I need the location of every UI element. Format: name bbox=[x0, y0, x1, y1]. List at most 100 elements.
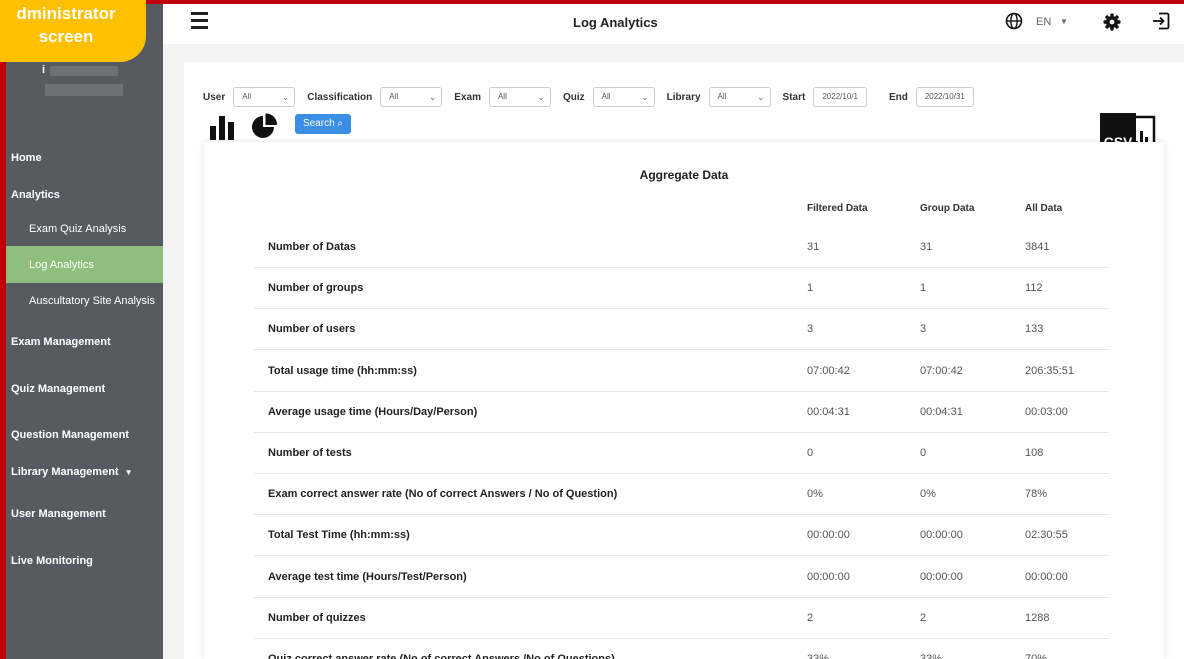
exam-filter-value: All bbox=[497, 92, 507, 101]
sidebar-item-question-management[interactable]: Question Management bbox=[11, 429, 129, 441]
user-detail-redacted bbox=[45, 84, 123, 96]
row-value: 112 bbox=[1025, 282, 1043, 295]
row-value: 00:03:00 bbox=[1025, 405, 1068, 418]
caret-down-icon: ▼ bbox=[124, 467, 133, 477]
sidebar-item-user-management[interactable]: User Management bbox=[11, 508, 106, 520]
library-filter-label: Library bbox=[666, 91, 701, 103]
row-label: Number of groups bbox=[268, 282, 364, 295]
user-filter-value: All bbox=[242, 92, 252, 101]
row-value: 0 bbox=[920, 447, 927, 459]
badge-line-2: screen bbox=[38, 27, 94, 46]
row-value: 31 bbox=[807, 241, 820, 253]
table-row: Number of users 3 3 133 bbox=[254, 309, 1109, 351]
table-row: Average usage time (Hours/Day/Person) 00:… bbox=[254, 392, 1109, 433]
row-value: 0% bbox=[807, 488, 823, 501]
row-value: 133 bbox=[1025, 323, 1044, 336]
search-button-label: Search bbox=[302, 118, 335, 129]
row-value: 07:00:42 bbox=[920, 364, 963, 377]
search-button[interactable]: Search ⌕ bbox=[295, 114, 351, 134]
table-row: Total Test Time (hh:mm:ss) 00:00:00 00:00:… bbox=[254, 515, 1109, 557]
row-label: Exam correct answer rate (No of correct … bbox=[268, 488, 618, 501]
row-value: 0 bbox=[807, 447, 814, 459]
user-filter-select[interactable]: All ⌄ bbox=[233, 87, 296, 107]
row-value: 3 bbox=[920, 323, 927, 336]
search-icon: ⌕ bbox=[337, 118, 344, 129]
chevron-down-icon: ⌄ bbox=[428, 92, 437, 102]
end-date-input[interactable]: 2022/10/31 bbox=[915, 87, 974, 107]
panel-title: Aggregate Data bbox=[639, 168, 729, 182]
column-header-group: Group Data bbox=[920, 203, 975, 214]
chevron-down-icon: ⌄ bbox=[757, 92, 765, 102]
quiz-filter-label: Quiz bbox=[562, 91, 585, 103]
row-value: 78% bbox=[1025, 488, 1048, 501]
sidebar-item-exam-management[interactable]: Exam Management bbox=[11, 336, 111, 348]
red-frame-left bbox=[0, 0, 6, 659]
page-title: Log Analytics bbox=[573, 15, 658, 30]
classification-filter-label: Classification bbox=[307, 91, 373, 103]
row-value: 1288 bbox=[1025, 611, 1050, 624]
sidebar-item-label: Library Management bbox=[11, 466, 119, 478]
row-label: Average usage time (Hours/Day/Person) bbox=[268, 405, 478, 418]
hamburger-menu-icon[interactable] bbox=[191, 12, 208, 29]
sidebar-item-home[interactable]: Home bbox=[11, 152, 42, 164]
row-value: 1 bbox=[807, 282, 814, 295]
badge-line-1: dministrator bbox=[16, 4, 116, 23]
row-value: 33% bbox=[920, 653, 943, 659]
administrator-screen-badge: dministrator screen bbox=[0, 0, 146, 62]
quiz-filter-select[interactable]: All ⌄ bbox=[592, 87, 655, 107]
bar-chart-icon[interactable] bbox=[210, 112, 240, 140]
classification-filter-value: All bbox=[389, 92, 399, 101]
globe-icon[interactable] bbox=[1005, 12, 1023, 30]
gear-icon[interactable] bbox=[1103, 13, 1121, 31]
column-header-all: All Data bbox=[1025, 203, 1063, 214]
table-row: Number of groups 1 1 112 bbox=[254, 268, 1109, 310]
library-filter-value: All bbox=[717, 92, 727, 101]
table-row: Number of quizzes 2 2 1288 bbox=[254, 598, 1109, 639]
aggregate-data-panel: Aggregate Data Filtered Data Group Data … bbox=[204, 142, 1164, 659]
row-label: Number of users bbox=[268, 323, 356, 336]
table-row: Total usage time (hh:mm:ss) 07:00:42 07:00… bbox=[254, 351, 1109, 392]
sidebar: i Home Analytics Exam Quiz Analysis Log … bbox=[0, 0, 163, 659]
start-date-input[interactable]: 2022/10/1 bbox=[813, 87, 867, 107]
row-value: 00:00:00 bbox=[807, 570, 850, 583]
library-filter-select[interactable]: All ⌄ bbox=[708, 87, 771, 107]
sidebar-item-exam-quiz-analysis[interactable]: Exam Quiz Analysis bbox=[29, 223, 126, 235]
table-row: Number of Datas 31 31 3841 bbox=[254, 227, 1109, 268]
sidebar-item-quiz-management[interactable]: Quiz Management bbox=[11, 383, 105, 395]
row-value: 07:00:42 bbox=[807, 364, 850, 377]
sidebar-item-analytics[interactable]: Analytics bbox=[11, 189, 60, 201]
row-value: 206:35:51 bbox=[1025, 364, 1074, 377]
sidebar-item-log-analytics[interactable]: Log Analytics bbox=[29, 259, 94, 271]
row-value: 00:00:00 bbox=[807, 529, 850, 542]
main-content: User All ⌄ Classification All ⌄ Exam All ⌄ … bbox=[184, 62, 1184, 659]
row-value: 3 bbox=[807, 323, 814, 336]
row-value: 70% bbox=[1025, 653, 1048, 659]
user-info-redacted bbox=[50, 66, 118, 76]
exam-filter-label: Exam bbox=[454, 91, 481, 103]
user-filter-label: User bbox=[203, 91, 226, 103]
pie-chart-icon[interactable] bbox=[250, 112, 280, 140]
row-label: Number of tests bbox=[268, 447, 352, 459]
quiz-filter-value: All bbox=[601, 92, 611, 101]
row-value: 2 bbox=[920, 611, 927, 624]
column-header-filtered: Filtered Data bbox=[807, 203, 868, 214]
sidebar-item-live-monitoring[interactable]: Live Monitoring bbox=[11, 555, 93, 567]
exam-filter-select[interactable]: All ⌄ bbox=[488, 87, 551, 107]
user-name: i bbox=[42, 64, 46, 76]
language-select[interactable]: EN bbox=[1036, 16, 1051, 28]
top-header: Log Analytics EN ▼ bbox=[163, 4, 1184, 44]
row-label: Average test time (Hours/Test/Person) bbox=[268, 570, 467, 583]
row-value: 00:04:31 bbox=[807, 405, 850, 418]
row-label: Quiz correct answer rate (No of correct … bbox=[268, 653, 615, 659]
row-value: 3841 bbox=[1025, 241, 1050, 253]
classification-filter-select[interactable]: All ⌄ bbox=[380, 87, 443, 107]
logout-icon[interactable] bbox=[1151, 11, 1171, 31]
table-row: Number of tests 0 0 108 bbox=[254, 433, 1109, 474]
row-value: 33% bbox=[807, 653, 830, 659]
row-value: 2 bbox=[807, 611, 814, 624]
row-label: Total usage time (hh:mm:ss) bbox=[268, 364, 417, 377]
caret-down-icon[interactable]: ▼ bbox=[1060, 17, 1068, 26]
row-value: 1 bbox=[920, 282, 927, 295]
sidebar-item-auscultatory-site-analysis[interactable]: Auscultatory Site Analysis bbox=[29, 295, 155, 307]
sidebar-item-library-management[interactable]: Library Management ▼ bbox=[11, 466, 133, 478]
